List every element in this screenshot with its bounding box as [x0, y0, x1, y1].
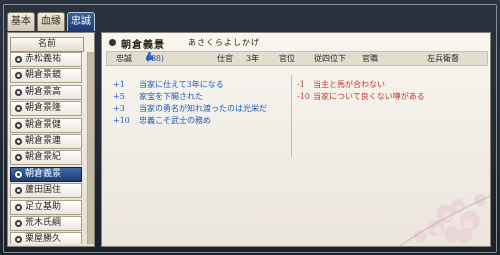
tab-bar: 基本 血縁 忠誠	[7, 12, 95, 32]
clan-crest-icon	[14, 218, 23, 228]
officer-title: 朝倉義景	[121, 40, 165, 51]
list-item[interactable]: 朝倉景健	[10, 117, 82, 133]
officer-header: 朝倉義景 あさくらよしかげ	[106, 36, 486, 51]
factor-text: 当家について良くない噂がある	[313, 92, 425, 101]
list-item[interactable]: 朝倉景鏡	[10, 68, 82, 84]
officer-loyalty-window: 基本 血縁 忠誠 名前 赤松義祐 朝倉景鏡 朝倉景高 朝倉景隆 朝倉景健 朝倉景…	[0, 0, 500, 255]
officer-name: 朝倉景連	[25, 135, 62, 146]
factor-text: 家宝を下賜された	[139, 92, 203, 101]
column-header-name[interactable]: 名前	[10, 37, 84, 52]
list-item[interactable]: 蘆田国住	[10, 183, 82, 199]
list-item: +10 忠義こそ武士の務め	[113, 115, 283, 127]
clan-crest-icon	[14, 169, 23, 179]
clan-crest-icon	[14, 202, 23, 212]
officer-list-panel: 名前 赤松義祐 朝倉景鏡 朝倉景高 朝倉景隆 朝倉景健 朝倉景連 朝倉景紀 朝倉…	[7, 32, 95, 247]
list-item: -10 当家について良くない噂がある	[297, 91, 477, 103]
tab-basic[interactable]: 基本	[7, 12, 35, 31]
officer-name: 朝倉景健	[25, 119, 62, 130]
factor-text: 当家の勇名が知れ渡ったのは光栄だ	[139, 104, 267, 113]
tab-loyalty[interactable]: 忠誠	[67, 12, 95, 31]
factor-text: 当家に仕えて3年になる	[139, 80, 224, 89]
tab-kinship[interactable]: 血縁	[37, 12, 65, 31]
loyalty-detail-panel: 朝倉義景 あさくらよしかげ 忠誠 18 (+8) 仕官 3年 官位 従四位下 官職…	[101, 32, 491, 247]
officer-name: 足立基助	[25, 201, 62, 212]
list-item[interactable]: 栗屋勝久	[10, 232, 82, 244]
list-item[interactable]: 朝倉景隆	[10, 101, 82, 117]
clan-crest-icon	[14, 235, 23, 244]
factor-value: -10	[297, 92, 310, 101]
list-item[interactable]: 朝倉景連	[10, 133, 82, 149]
officer-name: 朝倉景隆	[25, 103, 62, 114]
clan-crest-icon	[14, 104, 23, 114]
list-item[interactable]: 朝倉景高	[10, 84, 82, 100]
list-item: +1 当家に仕えて3年になる	[113, 79, 283, 91]
officer-reading: あさくらよしかげ	[188, 38, 260, 47]
cherry-blossom-decoration	[399, 194, 490, 246]
list-item-selected[interactable]: 朝倉義景	[10, 166, 82, 182]
officer-name: 赤松義祐	[25, 54, 62, 64]
officer-name: 朝倉義景	[25, 168, 62, 179]
list-item[interactable]: 足立基助	[10, 199, 82, 215]
list-item[interactable]: 赤松義祐	[10, 52, 82, 67]
clan-crest-icon	[14, 71, 23, 81]
officer-name: 朝倉景鏡	[25, 70, 62, 81]
clan-crest-icon	[14, 136, 23, 146]
factor-text: 忠義こそ武士の務め	[139, 116, 211, 125]
office-label: 官職	[362, 54, 378, 63]
office-value: 左兵衛督	[427, 54, 459, 63]
list-item: -1 当主と馬が合わない	[297, 79, 477, 91]
loyalty-delta: (+8)	[146, 54, 165, 63]
officer-list: 赤松義祐 朝倉景鏡 朝倉景高 朝倉景隆 朝倉景健 朝倉景連 朝倉景紀 朝倉義景 …	[10, 52, 85, 244]
factor-value: +5	[113, 92, 125, 101]
factor-value: +3	[113, 104, 125, 113]
clan-crest-icon	[14, 120, 23, 130]
loyalty-label: 忠誠	[116, 54, 132, 63]
scrollbar-thumb[interactable]	[88, 52, 94, 244]
factor-value: -1	[297, 80, 305, 89]
list-item[interactable]: 荒木氏綱	[10, 215, 82, 231]
officer-name: 朝倉景紀	[25, 152, 62, 163]
rank-value: 従四位下	[314, 54, 346, 63]
officer-name: 栗屋勝久	[25, 234, 62, 244]
officer-name: 朝倉景高	[25, 86, 62, 97]
stats-bar: 忠誠 18 (+8) 仕官 3年 官位 従四位下 官職 左兵衛督	[106, 51, 488, 66]
clan-crest-icon	[14, 153, 23, 163]
factor-divider	[291, 75, 292, 157]
service-value: 3年	[246, 54, 260, 63]
list-scrollbar[interactable]	[87, 52, 94, 244]
service-label: 仕官	[217, 54, 233, 63]
officer-name: 蘆田国住	[25, 185, 62, 196]
list-item[interactable]: 朝倉景紀	[10, 150, 82, 166]
factor-text: 当主と馬が合わない	[313, 80, 385, 89]
list-item: +3 当家の勇名が知れ渡ったのは光栄だ	[113, 103, 283, 115]
clan-crest-icon	[14, 55, 23, 64]
list-item: +5 家宝を下賜された	[113, 91, 283, 103]
factor-value: +1	[113, 80, 125, 89]
rank-label: 官位	[279, 54, 295, 63]
clan-crest-icon	[14, 87, 23, 97]
factor-value: +10	[113, 116, 130, 125]
positive-factors: +1 当家に仕えて3年になる +5 家宝を下賜された +3 当家の勇名が知れ渡ったのは…	[113, 79, 283, 127]
officer-name: 荒木氏綱	[25, 217, 62, 228]
clan-crest-icon	[108, 38, 117, 47]
clan-crest-icon	[14, 186, 23, 196]
negative-factors: -1 当主と馬が合わない -10 当家について良くない噂がある	[297, 79, 477, 103]
